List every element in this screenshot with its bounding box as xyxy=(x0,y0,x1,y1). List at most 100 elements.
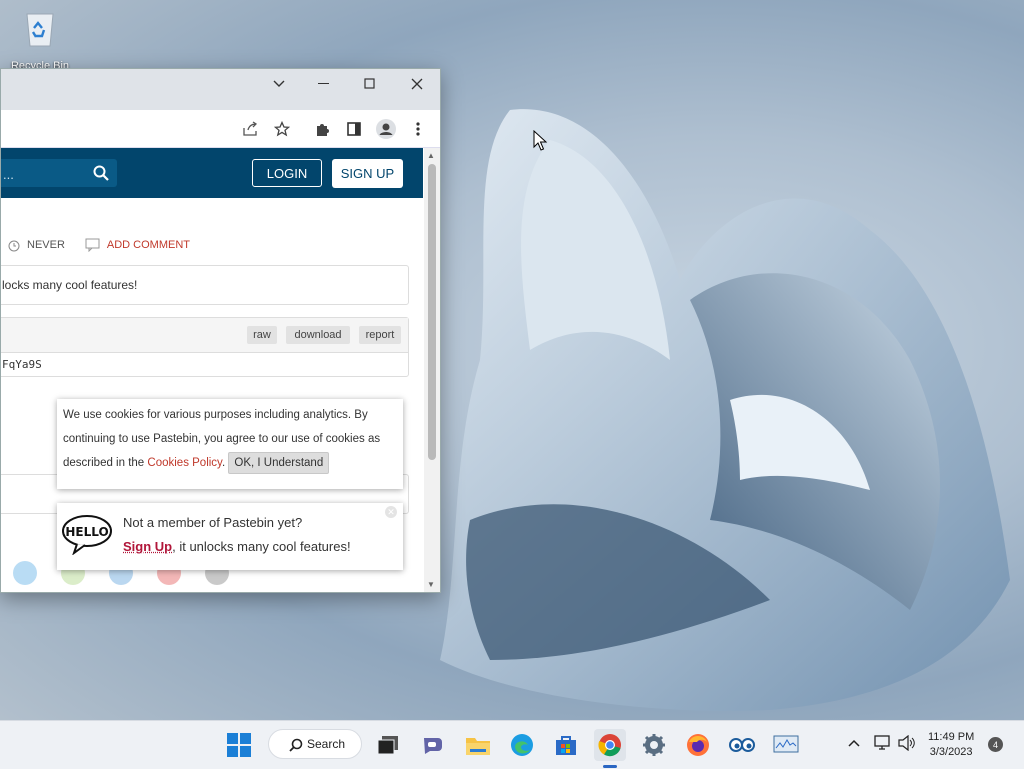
paste-code-line: FqYa9S xyxy=(1,353,408,371)
side-panel-button[interactable] xyxy=(343,118,365,140)
chrome-button[interactable] xyxy=(594,729,626,761)
notification-badge[interactable]: 4 xyxy=(988,737,1003,752)
comment-icon xyxy=(85,238,101,252)
clock-time: 11:49 PM xyxy=(928,730,974,745)
teams-chat-icon xyxy=(422,735,444,755)
member-popup: HELLO Not a member of Pastebin yet? Sign… xyxy=(57,503,403,570)
edge-icon xyxy=(510,733,534,757)
firefox-icon xyxy=(686,733,710,757)
member-line2-rest: , it unlocks many cool features! xyxy=(172,539,350,554)
tab-search-button[interactable] xyxy=(256,69,302,99)
network-icon xyxy=(874,735,892,751)
store-icon xyxy=(555,734,577,756)
promo-box: locks many cool features! xyxy=(1,265,409,305)
menu-button[interactable] xyxy=(407,118,429,140)
download-button[interactable]: download xyxy=(286,326,350,344)
recycle-bin-icon xyxy=(23,8,57,48)
search-placeholder: ... xyxy=(3,167,14,182)
taskbar-search[interactable]: Search xyxy=(268,729,362,759)
report-button[interactable]: report xyxy=(359,326,401,344)
login-button[interactable]: LOGIN xyxy=(252,159,322,187)
start-button[interactable] xyxy=(223,729,255,761)
windows-start-icon xyxy=(227,733,251,757)
network-button[interactable] xyxy=(874,735,892,754)
page-scrollbar[interactable]: ▲ ▼ xyxy=(424,148,440,592)
maximize-icon xyxy=(364,78,376,90)
search-input[interactable]: ... xyxy=(1,159,117,187)
close-button[interactable] xyxy=(394,69,440,99)
volume-button[interactable] xyxy=(898,735,916,754)
paste-meta: NEVER ADD COMMENT xyxy=(7,238,190,252)
side-panel-icon xyxy=(346,121,362,137)
search-icon xyxy=(289,738,303,752)
task-view-button[interactable] xyxy=(372,729,404,761)
clock-date: 3/3/2023 xyxy=(928,745,974,760)
title-bar xyxy=(1,69,440,110)
member-line1: Not a member of Pastebin yet? xyxy=(123,515,302,530)
recycle-bin-desktop-icon[interactable]: Recycle Bin xyxy=(8,8,72,72)
scrollbar-thumb[interactable] xyxy=(428,164,436,460)
file-explorer-button[interactable] xyxy=(462,729,494,761)
taskbar: Search 11:49 PM 3/3/2023 4 xyxy=(0,720,1024,769)
cookie-ok-button[interactable]: OK, I Understand xyxy=(228,452,329,474)
wallpaper-bloom xyxy=(430,100,1024,720)
windows-icon[interactable] xyxy=(13,561,37,585)
bookmark-button[interactable] xyxy=(271,118,293,140)
menu-icon xyxy=(416,121,420,137)
chevron-down-icon xyxy=(273,80,285,88)
profile-icon xyxy=(376,119,396,139)
speaker-icon xyxy=(898,735,916,751)
star-icon xyxy=(274,121,290,137)
member-line2: Sign Up, it unlocks many cool features! xyxy=(123,539,351,554)
raw-button[interactable]: raw xyxy=(247,326,277,344)
scroll-up-icon[interactable]: ▲ xyxy=(427,151,435,160)
close-icon xyxy=(411,78,423,90)
expire-text: NEVER xyxy=(27,239,65,251)
extensions-button[interactable] xyxy=(311,118,333,140)
taskbar-search-label: Search xyxy=(307,737,345,751)
extensions-icon xyxy=(314,121,330,137)
browser-window: ... LOGIN SIGN UP NEVER ADD COMMENT lock… xyxy=(0,68,441,593)
settings-button[interactable] xyxy=(638,729,670,761)
hello-text: HELLO xyxy=(65,525,108,539)
firefox-button[interactable] xyxy=(682,729,714,761)
paste-actions-bar: raw download report xyxy=(1,318,408,353)
edge-button[interactable] xyxy=(506,729,538,761)
folder-icon xyxy=(466,735,490,755)
profile-button[interactable] xyxy=(375,118,397,140)
popup-close-icon[interactable]: ✕ xyxy=(385,506,397,518)
mouse-cursor-icon xyxy=(533,130,547,152)
expire-icon xyxy=(7,238,21,252)
minimize-icon xyxy=(318,83,330,85)
hello-bubble-icon: HELLO xyxy=(61,513,113,555)
browser-toolbar xyxy=(1,110,440,148)
cookie-period: . xyxy=(222,457,225,469)
share-button[interactable] xyxy=(239,118,261,140)
teams-button[interactable] xyxy=(417,729,449,761)
cookie-notice: We use cookies for various purposes incl… xyxy=(57,399,403,489)
scroll-down-icon[interactable]: ▼ xyxy=(427,580,435,589)
maximize-button[interactable] xyxy=(347,69,393,99)
paste-code-box: raw download report FqYa9S xyxy=(1,317,409,377)
eyes-icon xyxy=(729,737,755,753)
monitor-chart-icon xyxy=(773,735,799,755)
task-view-icon xyxy=(378,736,398,754)
promo-text: locks many cool features! xyxy=(2,278,137,292)
search-icon[interactable] xyxy=(93,165,109,181)
chrome-icon xyxy=(598,733,622,757)
cookies-policy-link[interactable]: Cookies Policy xyxy=(147,457,222,469)
system-clock[interactable]: 11:49 PM 3/3/2023 xyxy=(928,730,974,760)
signup-button[interactable]: SIGN UP xyxy=(332,159,403,188)
store-button[interactable] xyxy=(550,729,582,761)
add-comment-link[interactable]: ADD COMMENT xyxy=(107,239,190,251)
resource-monitor-button[interactable] xyxy=(770,729,802,761)
pastebin-page: ... LOGIN SIGN UP NEVER ADD COMMENT lock… xyxy=(1,148,423,592)
signup-link[interactable]: Sign Up xyxy=(123,539,172,554)
chevron-up-icon xyxy=(848,739,860,747)
minimize-button[interactable] xyxy=(301,69,347,99)
eyes-app-button[interactable] xyxy=(726,729,758,761)
gear-icon xyxy=(642,733,666,757)
share-icon xyxy=(242,121,258,137)
pastebin-header: ... LOGIN SIGN UP xyxy=(1,148,423,198)
tray-overflow-button[interactable] xyxy=(848,735,860,750)
